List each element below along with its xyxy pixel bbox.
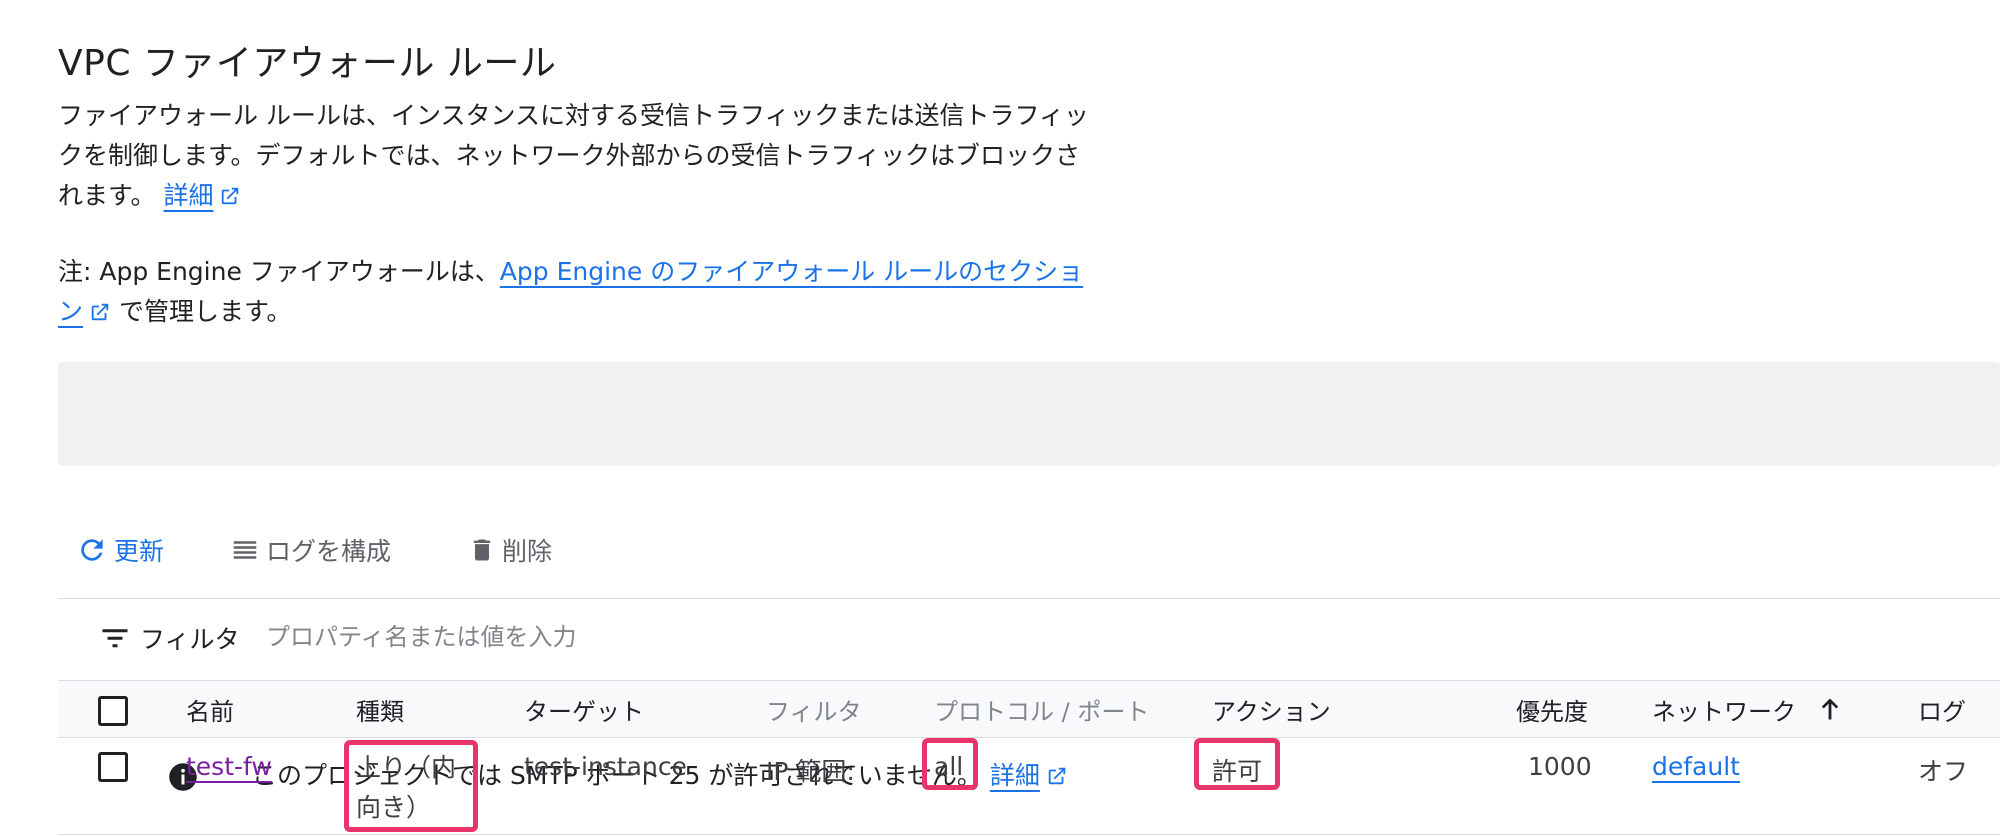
select-all-checkbox[interactable] — [98, 696, 128, 726]
column-header-name[interactable]: 名前 — [186, 692, 234, 727]
rule-priority-cell: 1000 — [1528, 752, 1592, 781]
rule-name-link[interactable]: test-fw — [186, 752, 272, 781]
column-header-priority[interactable]: 優先度 — [1516, 692, 1588, 727]
list-icon — [233, 541, 257, 559]
filter-icon — [102, 629, 128, 648]
filter-label: フィルタ — [140, 625, 240, 654]
refresh-button[interactable]: 更新 — [76, 530, 164, 570]
rule-action-cell: 許可 — [1212, 757, 1263, 786]
column-header-logs[interactable]: ログ — [1918, 692, 1966, 727]
banner-learn-more-link[interactable]: 詳細 — [990, 761, 1068, 790]
sort-ascending-icon[interactable] — [1816, 694, 1844, 724]
rule-network-link[interactable]: default — [1652, 752, 1740, 781]
firewall-rules-page: VPC ファイアウォール ルール ファイアウォール ルールは、インスタンスに対す… — [0, 0, 2000, 836]
delete-button[interactable]: 削除 — [468, 530, 552, 570]
rule-type-cell: 上り（内向き） — [356, 753, 457, 822]
page-description: ファイアウォール ルールは、インスタンスに対する受信トラフィックまたは送信トラフ… — [58, 96, 1098, 216]
rule-filter-cell: IP 範囲: — [766, 757, 855, 786]
filter-input[interactable] — [266, 616, 966, 658]
note-suffix: で管理します。 — [118, 297, 292, 326]
column-header-network[interactable]: ネットワーク — [1652, 692, 1796, 727]
note-prefix: 注: App Engine ファイアウォールは、 — [58, 257, 500, 286]
column-header-type[interactable]: 種類 — [356, 692, 404, 727]
column-header-protocol-port: プロトコル / ポート — [934, 698, 1150, 726]
external-link-icon — [91, 303, 109, 321]
trash-icon — [473, 539, 491, 561]
row-divider — [58, 834, 2000, 835]
rule-target-cell: test-instance — [524, 752, 687, 781]
page-title: VPC ファイアウォール ルール — [58, 43, 557, 84]
learn-more-link[interactable]: 詳細 — [163, 181, 241, 210]
column-header-action[interactable]: アクション — [1212, 692, 1331, 727]
column-header-filter: フィルタ — [766, 698, 862, 726]
rule-logs-cell: オフ — [1918, 757, 1969, 786]
external-link-icon — [222, 187, 239, 205]
rule-protocol-cell: all — [934, 752, 964, 781]
app-engine-note: 注: App Engine ファイアウォールは、App Engine のファイア… — [58, 252, 1098, 332]
external-link-icon — [1048, 767, 1066, 785]
column-header-target[interactable]: ターゲット — [524, 692, 644, 727]
configure-logs-button[interactable]: ログを構成 — [230, 530, 391, 570]
row-checkbox[interactable] — [98, 752, 128, 782]
refresh-icon — [81, 539, 103, 561]
